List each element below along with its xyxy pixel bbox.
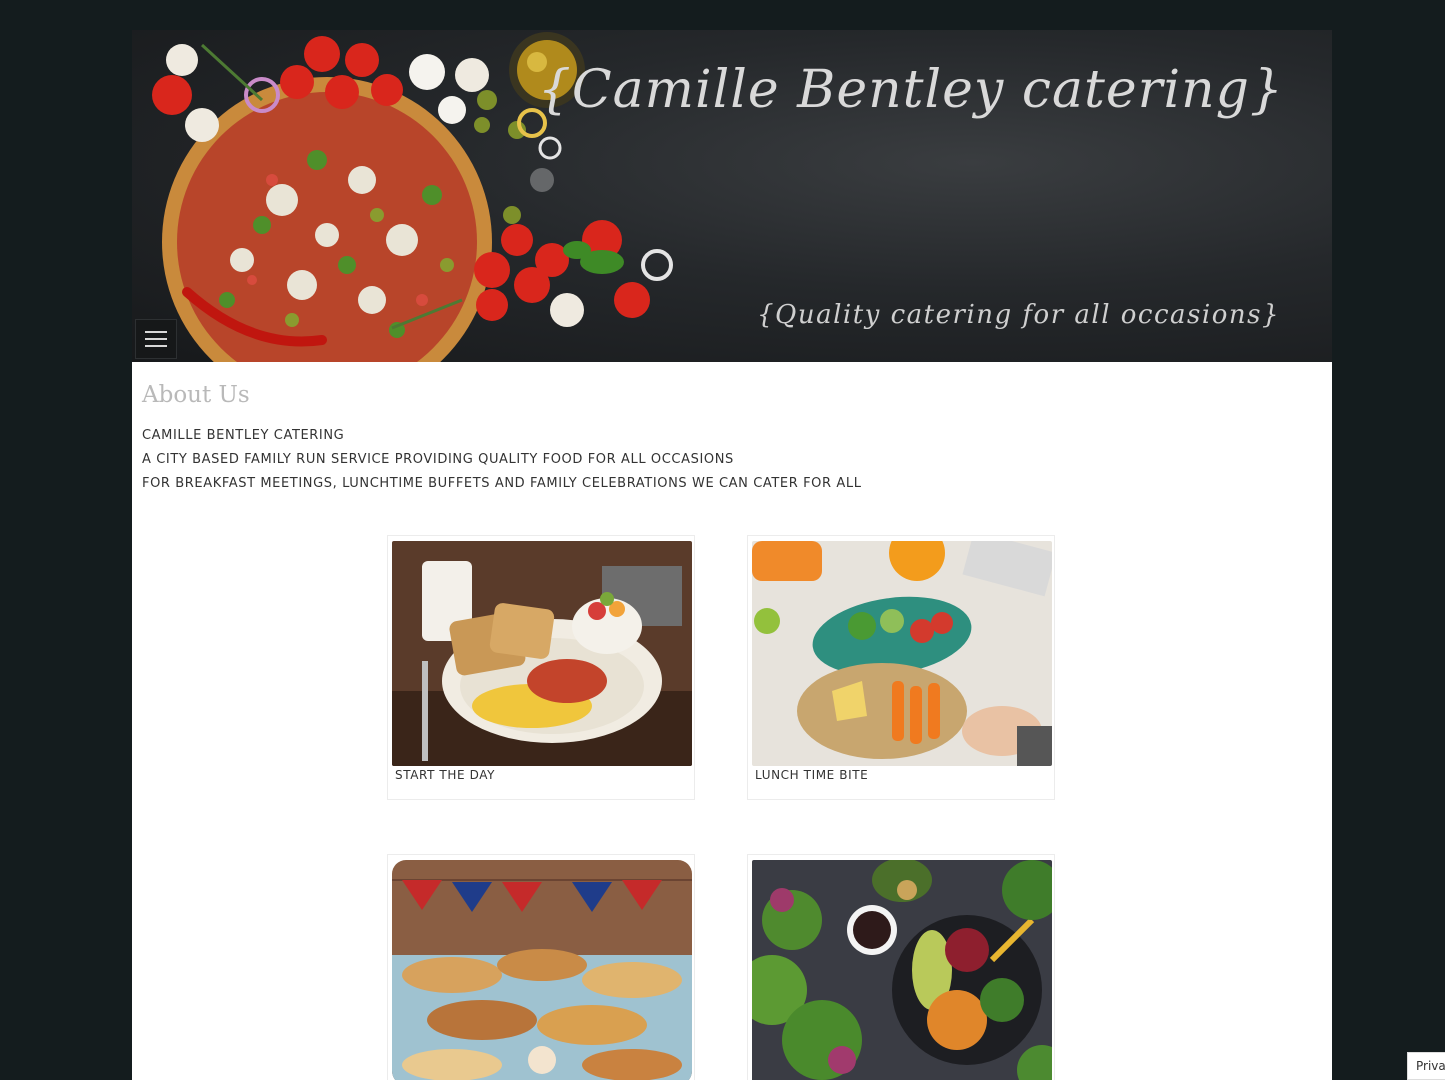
- site-tagline: {Quality catering for all occasions}: [756, 300, 1280, 330]
- about-line-service: A CITY BASED FAMILY RUN SERVICE PROVIDIN…: [142, 452, 734, 467]
- gallery-card-salad[interactable]: [747, 854, 1055, 1080]
- site-title[interactable]: {Camille Bentley catering}: [538, 60, 1284, 120]
- page-container: {Camille Bentley catering} {Quality cate…: [132, 30, 1332, 1080]
- about-line-company: CAMILLE BENTLEY CATERING: [142, 428, 345, 443]
- hamburger-menu-icon[interactable]: [135, 319, 177, 359]
- about-line-occasions: FOR BREAKFAST MEETINGS, LUNCHTIME BUFFET…: [142, 476, 862, 491]
- about-heading: About Us: [142, 382, 250, 408]
- gallery-card-breakfast[interactable]: START THE DAY: [387, 535, 695, 800]
- salad-photo: [752, 860, 1052, 1080]
- privacy-badge[interactable]: Priva: [1407, 1052, 1445, 1080]
- lunch-photo: [752, 541, 1052, 766]
- header-banner: {Camille Bentley catering} {Quality cate…: [132, 30, 1332, 362]
- menu-bar: [145, 331, 167, 333]
- card-caption: LUNCH TIME BITE: [755, 768, 869, 782]
- buffet-photo: [392, 860, 692, 1080]
- gallery-card-buffet[interactable]: [387, 854, 695, 1080]
- breakfast-photo: [392, 541, 692, 766]
- gallery-card-lunch[interactable]: LUNCH TIME BITE: [747, 535, 1055, 800]
- menu-bar: [145, 338, 167, 340]
- card-caption: START THE DAY: [395, 768, 496, 782]
- menu-bar: [145, 345, 167, 347]
